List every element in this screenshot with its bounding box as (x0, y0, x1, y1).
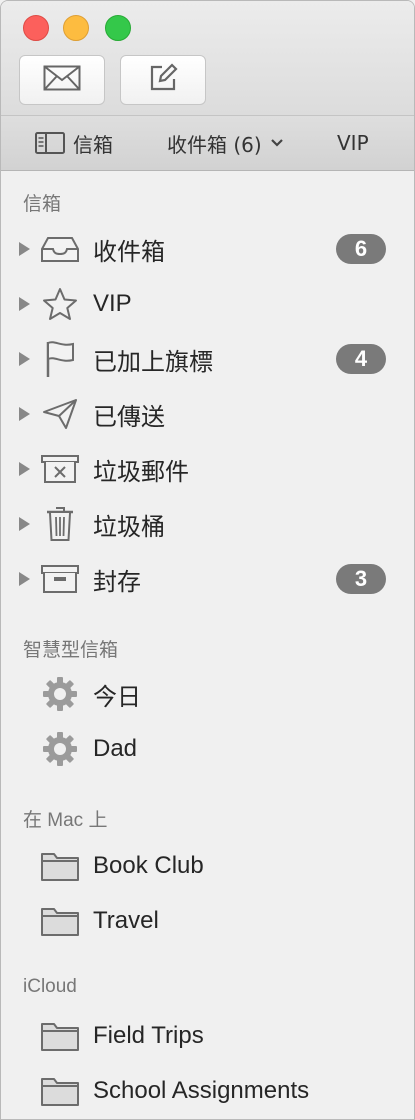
archive-icon (39, 559, 81, 599)
sidebar-item-label: Travel (93, 907, 159, 934)
get-mail-button[interactable] (19, 55, 105, 105)
close-button[interactable] (23, 15, 49, 41)
sidebar: 信箱 收件箱 6 VIP 已加上旗標 4 已傳送 垃圾郵件 垃圾桶 封存 3 智… (1, 170, 414, 1119)
mailboxes-toggle-label: 信箱 (73, 132, 113, 157)
sidebar-item-label: 已加上旗標 (93, 348, 213, 376)
sidebar-item-label: Book Club (93, 852, 204, 879)
section-header-mailboxes: 信箱 (23, 194, 62, 215)
trash-icon (39, 504, 81, 544)
junk-icon (39, 449, 81, 489)
chevron-down-icon (270, 138, 284, 148)
disclosure-triangle-icon[interactable] (19, 297, 30, 311)
sidebar-item-label: VIP (93, 290, 132, 317)
sidebar-item-label: 封存 (93, 568, 141, 596)
sidebar-item-label: 已傳送 (93, 403, 165, 431)
sidebar-item-label: Dad (93, 735, 138, 762)
gear-icon (39, 674, 81, 714)
gear-icon (39, 729, 81, 769)
sidebar-item-dad[interactable]: Dad (1, 724, 414, 774)
folder-icon (39, 901, 81, 941)
disclosure-triangle-icon[interactable] (19, 407, 30, 421)
sidebar-item-flagged[interactable]: 已加上旗標 4 (1, 334, 414, 384)
sidebar-item-school-assignments[interactable]: School Assignments (1, 1066, 414, 1116)
folder-icon (39, 1016, 81, 1056)
section-header-smart-mailboxes: 智慧型信箱 (23, 640, 119, 661)
mail-window: 信箱 收件箱 (6) VIP 信箱 收件箱 6 VIP 已加上旗標 4 已傳送 … (0, 0, 415, 1120)
vip-favorite-label: VIP (337, 131, 369, 155)
vip-favorite-button[interactable]: VIP (337, 116, 369, 170)
folder-icon (39, 1071, 81, 1111)
flag-icon (39, 339, 81, 379)
compose-icon (148, 63, 178, 97)
sidebar-item-inbox[interactable]: 收件箱 6 (1, 224, 414, 274)
sidebar-item-label: 今日 (93, 683, 141, 711)
disclosure-triangle-icon[interactable] (19, 462, 30, 476)
zoom-button[interactable] (105, 15, 131, 41)
sidebar-item-label: 垃圾桶 (93, 513, 165, 541)
disclosure-triangle-icon[interactable] (19, 572, 30, 586)
sidebar-item-sent[interactable]: 已傳送 (1, 389, 414, 439)
inbox-favorite-label: 收件箱 (6) (167, 132, 262, 157)
disclosure-triangle-icon[interactable] (19, 242, 30, 256)
title-bar (1, 1, 414, 115)
sidebar-item-junk[interactable]: 垃圾郵件 (1, 444, 414, 494)
sidebar-item-label: 垃圾郵件 (93, 458, 189, 486)
inbox-favorite-button[interactable]: 收件箱 (6) (167, 116, 284, 170)
sidebar-item-book-club[interactable]: Book Club (1, 841, 414, 891)
sidebar-icon (35, 132, 65, 154)
compose-button[interactable] (120, 55, 206, 105)
disclosure-triangle-icon[interactable] (19, 352, 30, 366)
sidebar-item-archive[interactable]: 封存 3 (1, 554, 414, 604)
sidebar-item-label: 收件箱 (93, 238, 165, 266)
sidebar-item-vip[interactable]: VIP (1, 279, 414, 329)
sidebar-item-field-trips[interactable]: Field Trips (1, 1011, 414, 1061)
unread-count-badge: 3 (336, 564, 386, 594)
sidebar-item-travel[interactable]: Travel (1, 896, 414, 946)
sent-icon (39, 394, 81, 434)
inbox-icon (39, 229, 81, 269)
envelope-icon (43, 65, 81, 95)
favorites-bar: 信箱 收件箱 (6) VIP (1, 115, 414, 171)
folder-icon (39, 846, 81, 886)
mailboxes-toggle-button[interactable]: 信箱 (35, 116, 113, 170)
sidebar-item-label: School Assignments (93, 1077, 310, 1104)
minimize-button[interactable] (63, 15, 89, 41)
star-icon (39, 284, 81, 324)
unread-count-badge: 4 (336, 344, 386, 374)
sidebar-item-label: Field Trips (93, 1022, 204, 1049)
unread-count-badge: 6 (336, 234, 386, 264)
section-header-on-mac: 在 Mac 上 (23, 810, 108, 831)
section-header-icloud: iCloud (23, 976, 77, 997)
sidebar-item-trash[interactable]: 垃圾桶 (1, 499, 414, 549)
disclosure-triangle-icon[interactable] (19, 517, 30, 531)
sidebar-item-today[interactable]: 今日 (1, 669, 414, 719)
